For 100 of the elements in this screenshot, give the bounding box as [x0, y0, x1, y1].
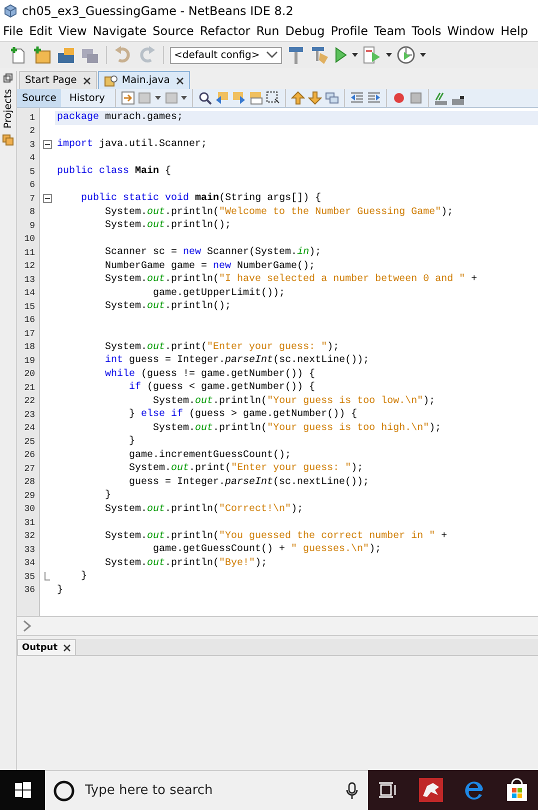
shift-right-icon[interactable]: [366, 91, 381, 105]
menu-item[interactable]: Navigate: [92, 24, 147, 38]
code-line: System.out.println("Welcome to the Number Guessing Game");: [104, 206, 454, 218]
search-icon[interactable]: [198, 91, 212, 105]
menu-item[interactable]: Team: [374, 24, 406, 38]
store-bag-icon[interactable]: [506, 778, 528, 802]
selection-icon[interactable]: [266, 91, 280, 105]
run-icon[interactable]: [334, 46, 348, 64]
code-line: System.out.print("Enter your guess: ");: [128, 463, 364, 474]
line-number: 36: [23, 585, 35, 596]
line-number: 33: [23, 544, 35, 555]
line-number: 11: [23, 248, 35, 258]
menu-item[interactable]: View: [58, 24, 87, 38]
comment-icon[interactable]: [434, 91, 448, 105]
task-view-icon[interactable]: [378, 781, 398, 799]
code-line: }: [57, 584, 64, 596]
code-line: System.out.println();: [104, 301, 232, 312]
windows-logo-icon[interactable]: [14, 782, 30, 798]
line-number: 19: [23, 356, 35, 366]
last-edit-icon[interactable]: [120, 91, 135, 105]
chevron-right-icon[interactable]: [23, 620, 32, 632]
projects-icon[interactable]: [2, 134, 14, 146]
menu-item[interactable]: Edit: [29, 24, 52, 38]
editor-tab[interactable]: Start Page: [19, 71, 97, 89]
code-line: System.out.println("Correct!\n");: [104, 504, 304, 515]
menu-item[interactable]: Refactor: [200, 24, 250, 38]
output-tab[interactable]: Output: [17, 639, 76, 655]
menu-item[interactable]: Profile: [330, 24, 368, 38]
code-line: }: [80, 571, 88, 582]
line-number: 31: [23, 518, 35, 528]
code-line: game.getUpperLimit());: [152, 288, 286, 299]
menu-item[interactable]: Source: [152, 24, 194, 38]
caret-icon[interactable]: [154, 96, 161, 100]
close-icon[interactable]: [62, 644, 71, 652]
collapse-icon[interactable]: [42, 194, 52, 204]
shift-left-icon[interactable]: [350, 91, 364, 105]
caret-icon[interactable]: [386, 53, 392, 57]
profile-gauge-icon[interactable]: [396, 45, 416, 65]
arrow-down-icon[interactable]: [308, 91, 322, 105]
line-number: 20: [23, 369, 35, 380]
line-number: 35: [23, 572, 35, 582]
line-number: 5: [28, 166, 35, 177]
menu-item[interactable]: File: [3, 24, 24, 38]
hammer-icon[interactable]: [286, 45, 306, 65]
clean-build-icon[interactable]: [310, 45, 330, 65]
editor-tab[interactable]: Main.java: [98, 71, 190, 89]
open-folder-icon[interactable]: [56, 45, 76, 65]
caret-icon[interactable]: [266, 51, 278, 59]
close-icon[interactable]: [176, 76, 184, 84]
caret-icon[interactable]: [180, 96, 187, 100]
find-previous-icon[interactable]: [214, 91, 229, 105]
line-number: 12: [23, 261, 35, 272]
line-number: 1: [28, 112, 35, 123]
code-line: if (guess < game.getNumber()) {: [128, 382, 316, 394]
caret-icon[interactable]: [420, 53, 426, 57]
menu-item[interactable]: Run: [256, 24, 280, 38]
menu-item[interactable]: Tools: [412, 24, 442, 38]
close-icon[interactable]: [82, 76, 91, 84]
config-dropdown[interactable]: <default config>: [170, 46, 282, 64]
projects-tab[interactable]: Projects: [2, 89, 14, 128]
taskbar-search-box[interactable]: Type here to search: [45, 770, 368, 810]
record-icon[interactable]: [392, 91, 406, 105]
line-number: 8: [28, 207, 35, 218]
line-number: 15: [23, 302, 35, 312]
restore-window-icon[interactable]: [3, 73, 13, 83]
menu-item[interactable]: Window: [447, 24, 495, 38]
mode-tab[interactable]: History: [64, 89, 110, 107]
line-number: 22: [23, 396, 35, 406]
code-line: public static void main(String args[]) {: [80, 193, 322, 204]
collapse-icon[interactable]: [42, 140, 52, 150]
microphone-icon[interactable]: [346, 782, 358, 800]
dragon-app-icon[interactable]: [418, 778, 443, 802]
line-number: 17: [23, 328, 35, 339]
line-number: 16: [23, 315, 35, 326]
caret-icon[interactable]: [352, 53, 358, 57]
cortana-circle-icon[interactable]: [53, 780, 75, 802]
new-project-icon[interactable]: [32, 45, 52, 65]
app-cube-icon: [4, 4, 17, 18]
menu-item[interactable]: Debug: [285, 24, 325, 38]
line-number: 25: [23, 436, 35, 447]
line-number: 6: [28, 180, 35, 190]
menu-item[interactable]: Help: [500, 24, 528, 38]
code-line: }: [104, 490, 112, 502]
code-line: import java.util.Scanner;: [57, 139, 208, 150]
find-next-icon[interactable]: [232, 91, 246, 105]
toggle-highlight-icon[interactable]: [248, 91, 263, 105]
code-line: int guess = Integer.parseInt(sc.nextLine());: [104, 355, 370, 366]
stop-icon[interactable]: [408, 91, 423, 105]
browser-e-icon[interactable]: [463, 779, 486, 801]
arrow-up-icon[interactable]: [290, 91, 305, 105]
mode-tab[interactable]: Source: [17, 89, 62, 107]
code-line: System.out.println("Your guess is too low.\n");: [152, 396, 436, 407]
code-line: System.out.println("Bye!");: [104, 558, 268, 569]
line-number: 26: [23, 450, 35, 460]
line-number: 14: [23, 288, 35, 298]
code-line: while (guess != game.getNumber()) {: [104, 368, 316, 380]
start-button[interactable]: [0, 770, 45, 810]
line-number: 2: [28, 126, 35, 136]
line-number: 23: [23, 410, 35, 420]
line-number: 21: [23, 382, 35, 393]
